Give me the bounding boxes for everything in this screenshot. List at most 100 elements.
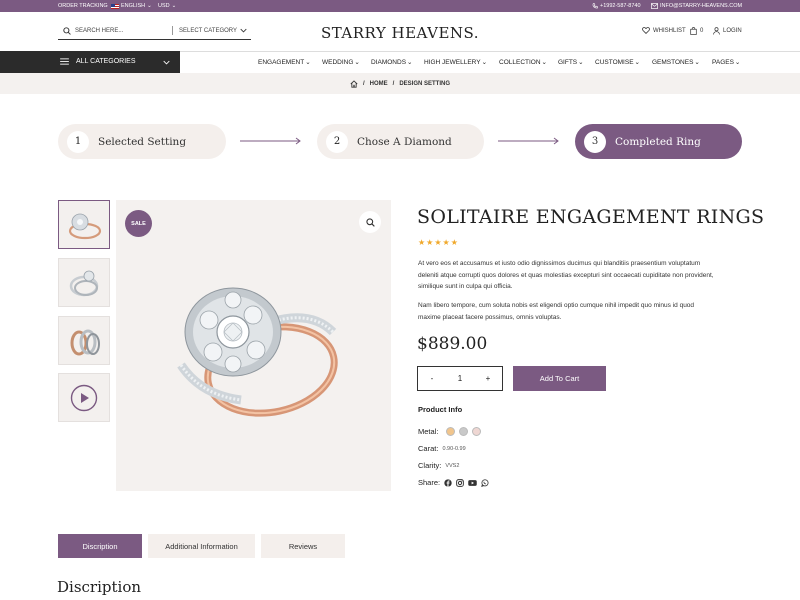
breadcrumb-current: DESIGN SETTING [399, 80, 450, 87]
breadcrumb-separator: / [392, 80, 395, 87]
chevron-down-icon: ⌄ [407, 59, 413, 66]
all-categories-button[interactable]: ALL CATEGORIES [0, 51, 180, 73]
section-heading-description: Discription [57, 578, 142, 596]
nav-label: CUSTOMISE [595, 58, 634, 66]
ring-thumbnail-image [70, 329, 100, 355]
clarity-label: Clarity: [418, 461, 442, 470]
step-selected-setting[interactable]: 1 Selected Setting [58, 124, 226, 159]
metal-swatch-white-gold[interactable] [459, 427, 469, 436]
phone-icon [592, 3, 598, 9]
qty-decrease-button[interactable]: - [418, 374, 446, 383]
qty-increase-button[interactable]: + [474, 374, 502, 383]
nav-item-engagement[interactable]: ENGAGEMENT ⌄ [258, 58, 311, 67]
arrow-right-icon [240, 137, 301, 145]
nav-item-collection[interactable]: COLLECTION ⌄ [499, 58, 547, 67]
email-contact[interactable]: INFO@STARRY-HEAVENS.COM [651, 3, 742, 9]
nav-label: HIGH JEWELLERY [424, 58, 481, 66]
nav-label: GIFTS [558, 58, 578, 66]
nav-item-high-jewellery[interactable]: HIGH JEWELLERY ⌄ [424, 58, 488, 67]
quantity-stepper[interactable]: - 1 + [417, 366, 503, 391]
tab-description[interactable]: Discription [58, 534, 142, 558]
facebook-icon[interactable] [444, 478, 452, 487]
nav-label: PAGES [712, 58, 734, 66]
clarity-row: Clarity: VVS2 [418, 461, 459, 470]
whatsapp-icon[interactable] [481, 478, 489, 487]
nav-item-gifts[interactable]: GIFTS ⌄ [558, 58, 584, 67]
product-price: $889.00 [417, 334, 488, 354]
step-label: Selected Setting [98, 135, 187, 148]
shopping-bag-icon [690, 27, 697, 35]
breadcrumb-home[interactable]: HOME [370, 81, 388, 87]
order-tracking-link[interactable]: ORDER TRACKING [58, 3, 108, 9]
thumbnail-ring-bands[interactable] [58, 316, 110, 365]
carat-row: Carat: 0.90-0.99 [418, 444, 466, 453]
share-row: Share: [418, 478, 489, 487]
carat-label: Carat: [418, 444, 439, 453]
language-selector[interactable]: ENGLISH ⌄ [111, 3, 152, 9]
step-chose-diamond[interactable]: 2 Chose A Diamond [317, 124, 484, 159]
nav-item-diamonds[interactable]: DIAMONDS ⌄ [371, 58, 413, 67]
heart-icon [642, 27, 650, 34]
chevron-down-icon: ⌄ [147, 3, 152, 9]
step-label: Completed Ring [615, 135, 701, 148]
login-link[interactable]: LOGIN [713, 27, 742, 35]
wishlist-label: WHISHLIST [653, 27, 686, 34]
rating-stars: ★★★★★ [418, 238, 459, 247]
qty-input[interactable]: 1 [446, 374, 474, 383]
step-number: 1 [67, 130, 89, 153]
ring-thumbnail-image [69, 270, 99, 296]
product-description: At vero eos et accusamus et iusto odio d… [418, 260, 714, 290]
share-label: Share: [418, 478, 441, 487]
home-icon[interactable] [350, 79, 358, 88]
zoom-icon [365, 217, 375, 227]
breadcrumb-separator: / [362, 80, 365, 87]
step-completed-ring[interactable]: 3 Completed Ring [575, 124, 742, 159]
chevron-down-icon: ⌄ [694, 59, 700, 66]
product-main-image[interactable]: SALE [116, 200, 391, 491]
metal-row: Metal: [418, 427, 482, 436]
nav-item-wedding[interactable]: WEDDING ⌄ [322, 58, 360, 67]
nav-label: COLLECTION [499, 58, 541, 66]
nav-label: WEDDING [322, 58, 354, 66]
chevron-down-icon: ⌄ [354, 59, 360, 66]
all-categories-label: ALL CATEGORIES [76, 58, 136, 65]
chevron-down-icon: ⌄ [481, 59, 488, 66]
clarity-value: VVS2 [445, 462, 460, 469]
play-icon[interactable] [70, 384, 98, 412]
step-number: 3 [584, 130, 606, 153]
user-icon [713, 27, 720, 35]
add-to-cart-button[interactable]: Add To Cart [513, 366, 606, 391]
phone-number: +1992-587-8740 [600, 3, 641, 9]
chevron-down-icon: ⌄ [171, 3, 177, 9]
thumbnail-ring-front[interactable] [58, 200, 110, 249]
metal-swatch-yellow-gold[interactable] [446, 427, 456, 436]
nav-label: ENGAGEMENT [258, 58, 305, 66]
step-label: Chose A Diamond [357, 135, 452, 148]
phone-contact[interactable]: +1992-587-8740 [592, 3, 641, 9]
metal-swatch-rose-gold[interactable] [472, 427, 482, 436]
currency-label: USD [158, 3, 170, 9]
metal-label: Metal: [418, 427, 439, 436]
step-number: 2 [326, 130, 348, 153]
arrow-right-icon [498, 137, 559, 145]
youtube-icon[interactable] [468, 479, 477, 487]
currency-selector[interactable]: USD ⌄ [158, 3, 176, 9]
tab-reviews[interactable]: Reviews [261, 534, 345, 558]
product-info-heading: Product Info [418, 405, 463, 414]
tab-additional-information[interactable]: Additional Information [148, 534, 255, 558]
flag-icon [111, 3, 119, 9]
nav-item-pages[interactable]: PAGES ⌄ [712, 58, 740, 67]
zoom-button[interactable] [359, 211, 381, 233]
cart-link[interactable]: 0 [690, 27, 703, 35]
nav-item-customise[interactable]: CUSTOMISE ⌄ [595, 58, 640, 67]
thumbnail-video[interactable] [58, 373, 110, 422]
thumbnail-ring-set[interactable] [58, 258, 110, 307]
top-bar: ORDER TRACKING ENGLISH ⌄ USD ⌄ +1992-587… [0, 0, 800, 12]
email-address: INFO@STARRY-HEAVENS.COM [660, 3, 743, 9]
nav-label: DIAMONDS [371, 58, 407, 66]
ring-image [177, 287, 338, 417]
instagram-icon[interactable] [456, 478, 464, 487]
mail-icon [651, 3, 658, 9]
nav-item-gemstones[interactable]: GEMSTONES ⌄ [652, 58, 700, 67]
wishlist-link[interactable]: WHISHLIST [642, 27, 686, 34]
